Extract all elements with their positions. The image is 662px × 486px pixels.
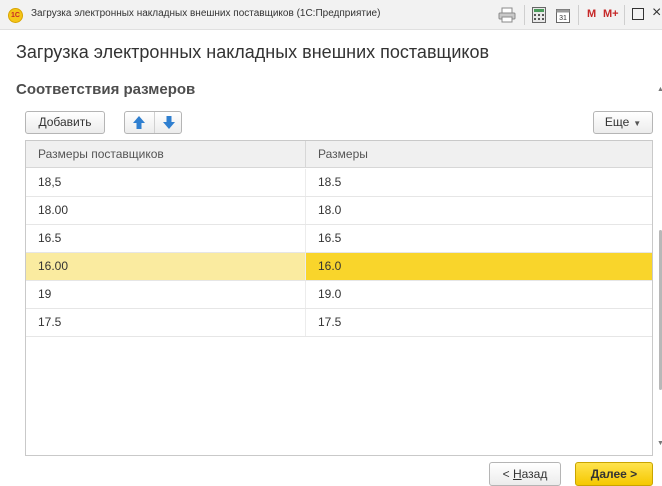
scroll-up-arrow-icon[interactable]: ▲	[657, 86, 662, 93]
size-cell[interactable]: 16.0	[306, 253, 652, 280]
supplier-size-cell[interactable]: 16.00	[26, 253, 306, 280]
move-down-button[interactable]	[154, 112, 182, 133]
table-row[interactable]: 18.00 18.0	[26, 197, 652, 225]
toolbar-separator	[624, 5, 625, 25]
next-button[interactable]: Далее >	[575, 462, 653, 486]
back-button-prefix: <	[502, 467, 513, 481]
size-cell[interactable]: 17.5	[306, 309, 652, 336]
close-icon[interactable]: ×	[652, 4, 661, 22]
size-cell[interactable]: 18.5	[306, 169, 652, 196]
add-button[interactable]: Добавить	[25, 111, 105, 134]
toolbar-separator	[578, 5, 579, 25]
back-button[interactable]: < Назад	[489, 462, 561, 486]
app-logo-icon: 1С	[8, 8, 23, 23]
more-button-label: Еще	[604, 115, 630, 129]
calendar-icon[interactable]: 31	[556, 7, 570, 23]
supplier-size-cell[interactable]: 17.5	[26, 309, 306, 336]
sizes-table: Размеры поставщиков Размеры 18,5 18.5 18…	[25, 140, 653, 456]
table-row[interactable]: 17.5 17.5	[26, 309, 652, 337]
memory-m-button[interactable]: M	[587, 8, 596, 20]
toolbar-separator	[524, 5, 525, 25]
table-row-selected[interactable]: 16.00 16.0	[26, 253, 652, 281]
window-titlebar: 1С Загрузка электронных накладных внешни…	[0, 0, 662, 30]
table-row[interactable]: 18,5 18.5	[26, 169, 652, 197]
chevron-down-icon: ▼	[633, 119, 642, 128]
scroll-down-arrow-icon[interactable]: ▼	[657, 440, 662, 447]
table-body: 18,5 18.5 18.00 18.0 16.5 16.5 16.00 16.…	[26, 169, 652, 337]
more-button[interactable]: Еще ▼	[593, 111, 653, 134]
memory-plus-button[interactable]: M+	[603, 8, 619, 20]
page-title: Загрузка электронных накладных внешних п…	[16, 42, 490, 62]
restore-icon[interactable]	[632, 8, 644, 20]
arrow-down-icon	[163, 116, 175, 129]
back-button-accel: Н	[512, 467, 522, 481]
supplier-size-cell[interactable]: 18.00	[26, 197, 306, 224]
window-title: Загрузка электронных накладных внешних п…	[31, 8, 381, 19]
table-row[interactable]: 16.5 16.5	[26, 225, 652, 253]
arrow-up-icon	[133, 116, 145, 129]
supplier-size-cell[interactable]: 18,5	[26, 169, 306, 196]
table-header: Размеры поставщиков Размеры	[26, 141, 652, 168]
svg-text:31: 31	[559, 15, 567, 22]
move-up-button[interactable]	[125, 112, 153, 133]
size-cell[interactable]: 16.5	[306, 225, 652, 252]
back-button-label: азад	[521, 467, 548, 481]
size-cell[interactable]: 18.0	[306, 197, 652, 224]
size-cell[interactable]: 19.0	[306, 281, 652, 308]
table-row[interactable]: 19 19.0	[26, 281, 652, 309]
next-button-label: алее >	[599, 467, 638, 481]
printer-icon[interactable]	[498, 7, 516, 23]
supplier-size-cell[interactable]: 19	[26, 281, 306, 308]
column-header-supplier-sizes[interactable]: Размеры поставщиков	[26, 141, 306, 168]
move-buttons	[124, 111, 182, 134]
section-title: Соответствия размеров	[16, 81, 196, 98]
supplier-size-cell[interactable]: 16.5	[26, 225, 306, 252]
calculator-icon[interactable]	[532, 7, 546, 23]
column-header-sizes[interactable]: Размеры	[306, 141, 652, 168]
